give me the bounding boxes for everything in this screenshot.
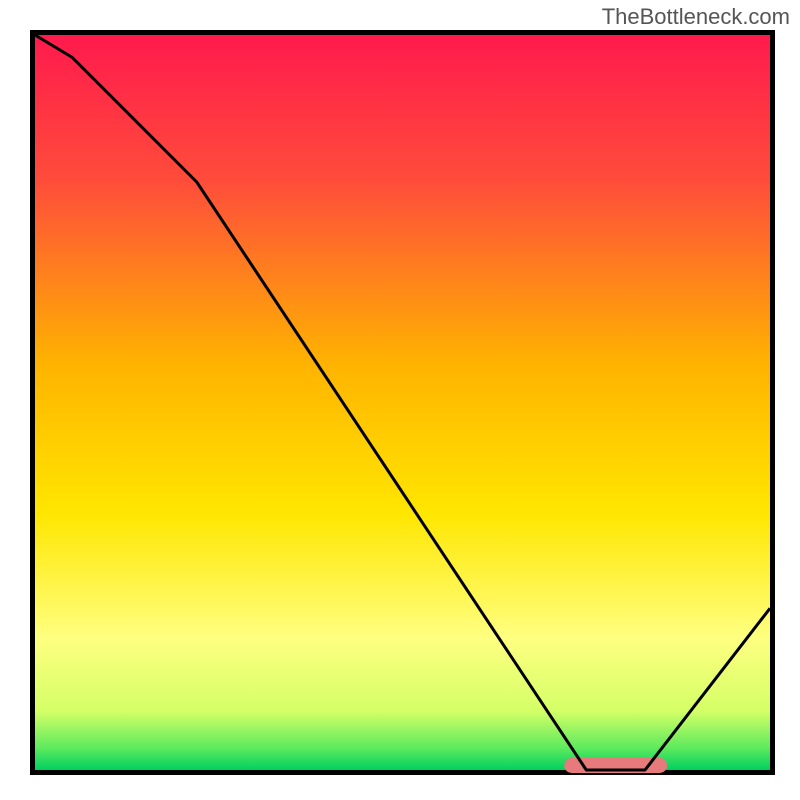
bottleneck-chart	[0, 0, 800, 800]
gradient-background	[35, 35, 770, 770]
watermark-text: TheBottleneck.com	[602, 4, 790, 30]
chart-container: TheBottleneck.com	[0, 0, 800, 800]
